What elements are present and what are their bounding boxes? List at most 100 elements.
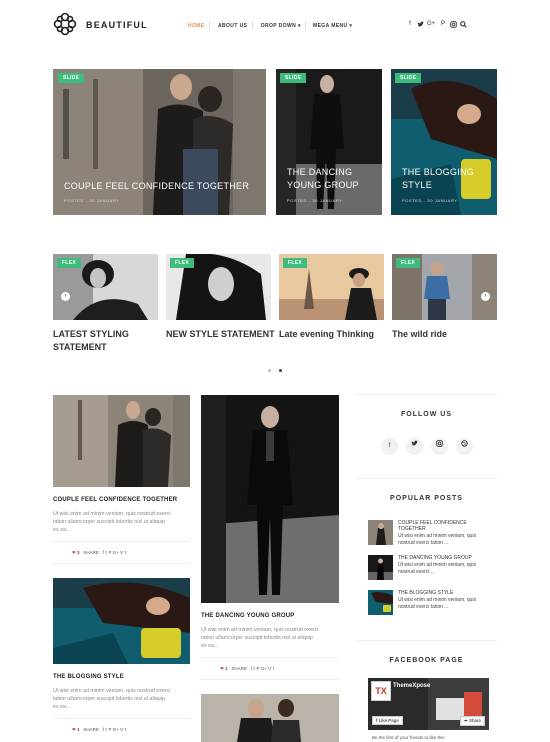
carousel-pager-dot[interactable] bbox=[268, 369, 271, 372]
carousel-item-1-title-line1[interactable]: LATEST STYLING bbox=[53, 328, 129, 341]
carousel-item-3-image[interactable]: FLEX bbox=[279, 254, 384, 320]
divider bbox=[201, 657, 339, 658]
carousel-item-4-image[interactable]: FLEX › bbox=[392, 254, 497, 320]
post-1-excerpt-line1: Ut wisi enim ad minim veniam, quis nostr… bbox=[53, 511, 171, 517]
fb-share-button[interactable]: ➦ Share bbox=[460, 716, 486, 726]
fb-share-label: Share bbox=[469, 718, 482, 723]
slide-title-line2[interactable]: STYLE bbox=[402, 179, 432, 192]
slide-dancing[interactable]: SLIDE THE DANCING YOUNG GROUP POSTED - 3… bbox=[276, 69, 382, 215]
nav-divider bbox=[305, 21, 306, 30]
post-1-excerpt-line3: ex ea... bbox=[53, 527, 71, 533]
popular-post-3-excerpt-line2: nostrud exerci tation ... bbox=[398, 604, 449, 610]
post-2-title[interactable]: THE DANCING YOUNG GROUP bbox=[201, 613, 295, 619]
post-1-title[interactable]: COUPLE FEEL CONFIDENCE TOGETHER bbox=[53, 497, 177, 503]
google-plus-icon[interactable]: G+ bbox=[427, 21, 435, 27]
follow-us-title: FOLLOW US bbox=[401, 411, 452, 418]
slide-couple[interactable]: SLIDE COUPLE FEEL CONFIDENCE TOGETHER PO… bbox=[53, 69, 266, 215]
slide-meta: POSTED - 30 JANUARY bbox=[402, 198, 458, 203]
slide-photo bbox=[391, 69, 497, 215]
carousel-tag[interactable]: FLEX bbox=[57, 258, 81, 268]
post-2-image[interactable] bbox=[201, 395, 339, 603]
carousel-tag[interactable]: FLEX bbox=[170, 258, 194, 268]
instagram-icon[interactable] bbox=[449, 21, 457, 30]
slide-tag[interactable]: SLIDE bbox=[58, 73, 85, 83]
carousel-item-1-title-line2[interactable]: STATEMENT bbox=[53, 341, 107, 354]
share-icons[interactable]: f 𝕥 P G+ Ѵ t bbox=[251, 666, 275, 671]
post-2-excerpt-line2: tation ullamcorper suscipit lobortis nis… bbox=[201, 635, 313, 641]
nav-divider bbox=[209, 21, 210, 30]
carousel-next-arrow-icon[interactable]: › bbox=[481, 292, 490, 301]
carousel-pager-dot-active[interactable] bbox=[279, 369, 282, 372]
popular-post-2-thumb[interactable] bbox=[368, 555, 393, 580]
carousel-item-2-image[interactable]: FLEX bbox=[166, 254, 271, 320]
fb-page-name[interactable]: ThemeXpose bbox=[393, 683, 430, 689]
fb-like-label: Like Page bbox=[378, 718, 399, 723]
carousel-tag[interactable]: FLEX bbox=[283, 258, 307, 268]
carousel-item-1-image[interactable]: FLEX ‹ bbox=[53, 254, 158, 320]
share-label: SHARE bbox=[231, 666, 247, 671]
carousel-item-3-title[interactable]: Late evening Thinking bbox=[279, 328, 374, 341]
share-icons[interactable]: f 𝕥 P G+ Ѵ t bbox=[103, 550, 127, 555]
facebook-icon[interactable]: f bbox=[406, 21, 414, 27]
slide-title-line2[interactable]: YOUNG GROUP bbox=[287, 179, 359, 192]
nav-mega-menu[interactable]: MEGA MENU ▾ bbox=[313, 23, 352, 29]
nav-drop-down[interactable]: DROP DOWN ▾ bbox=[261, 23, 301, 29]
twitter-icon[interactable] bbox=[416, 21, 424, 30]
facebook-page-widget[interactable]: TX ThemeXpose f Like Page ➦ Share bbox=[368, 678, 489, 730]
fb-page-logo[interactable]: TX bbox=[371, 681, 391, 701]
dribbble-follow-icon[interactable] bbox=[456, 438, 473, 455]
share-label: SHARE bbox=[83, 550, 99, 555]
share-count: 3 bbox=[77, 550, 80, 555]
share-icons[interactable]: f 𝕥 P G+ Ѵ t bbox=[103, 727, 127, 732]
popular-posts-title: POPULAR POSTS bbox=[390, 495, 463, 502]
heart-icon[interactable]: ❤ bbox=[72, 550, 76, 555]
heart-icon[interactable]: ❤ bbox=[72, 727, 76, 732]
divider bbox=[53, 718, 190, 719]
popular-post-1-excerpt-line2: nostrud exerci tation ... bbox=[398, 540, 449, 546]
pinterest-icon[interactable]: P bbox=[439, 21, 447, 27]
slide-meta: POSTED - 30 JANUARY bbox=[287, 198, 343, 203]
popular-post-3-thumb[interactable] bbox=[368, 590, 393, 615]
slide-title-line1[interactable]: THE BLOGGING bbox=[402, 166, 474, 179]
slide-photo bbox=[276, 69, 382, 215]
post-3-excerpt-line2: tation ullamcorper suscipit lobortis nis… bbox=[53, 696, 165, 702]
slide-blogging[interactable]: SLIDE THE BLOGGING STYLE POSTED - 30 JAN… bbox=[391, 69, 497, 215]
fb-like-page-button[interactable]: f Like Page bbox=[372, 716, 403, 725]
logo-mark-icon[interactable] bbox=[53, 12, 77, 36]
post-4-image[interactable] bbox=[201, 694, 339, 742]
site-logo-text[interactable]: BEAUTIFUL bbox=[86, 20, 148, 30]
divider bbox=[53, 541, 190, 542]
fb-footer-text: Be the first of your friends to like thi… bbox=[372, 735, 445, 740]
thumb-photo bbox=[368, 590, 393, 615]
nav-about-us[interactable]: ABOUT US bbox=[218, 23, 247, 29]
carousel-tag[interactable]: FLEX bbox=[396, 258, 420, 268]
twitter-follow-icon[interactable] bbox=[406, 438, 423, 455]
nav-home[interactable]: HOME bbox=[188, 23, 205, 29]
instagram-follow-icon[interactable] bbox=[431, 438, 448, 455]
slide-title-line1[interactable]: THE DANCING bbox=[287, 166, 352, 179]
popular-post-3-title[interactable]: THE BLOGGING STYLE bbox=[398, 590, 453, 596]
facebook-follow-icon[interactable]: f bbox=[381, 438, 398, 455]
nav-divider bbox=[252, 21, 253, 30]
divider bbox=[356, 394, 497, 395]
share-label: SHARE bbox=[83, 727, 99, 732]
post-3-title[interactable]: THE BLOGGING STYLE bbox=[53, 674, 124, 680]
post-1-excerpt-line2: tation ullamcorper suscipit lobortis nis… bbox=[53, 519, 165, 525]
popular-post-1-thumb[interactable] bbox=[368, 520, 393, 545]
post-1-image[interactable] bbox=[53, 395, 190, 487]
slide-tag[interactable]: SLIDE bbox=[280, 73, 307, 83]
post-3-image[interactable] bbox=[53, 578, 190, 664]
popular-post-1-title-line2[interactable]: TOGETHER bbox=[398, 526, 426, 532]
search-icon[interactable] bbox=[459, 21, 467, 30]
popular-post-2-title[interactable]: THE DANCING YOUNG GROUP bbox=[398, 555, 472, 561]
heart-icon[interactable]: ❤ bbox=[220, 666, 224, 671]
share-count: 1 bbox=[225, 666, 228, 671]
thumb-photo bbox=[368, 555, 393, 580]
carousel-item-2-title[interactable]: NEW STYLE STATEMENT bbox=[166, 328, 275, 341]
slide-title[interactable]: COUPLE FEEL CONFIDENCE TOGETHER bbox=[64, 180, 264, 193]
carousel-item-4-title[interactable]: The wild ride bbox=[392, 328, 447, 341]
carousel-prev-arrow-icon[interactable]: ‹ bbox=[61, 292, 70, 301]
post-3-excerpt-line3: ex ea... bbox=[53, 704, 71, 710]
facebook-page-title: FACEBOOK PAGE bbox=[389, 657, 464, 664]
slide-tag[interactable]: SLIDE bbox=[395, 73, 422, 83]
